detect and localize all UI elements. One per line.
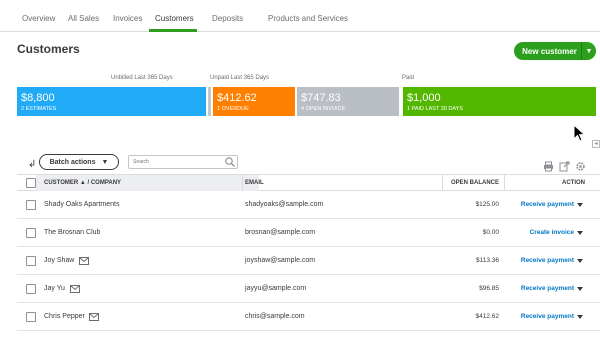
batch-actions-button[interactable]: Batch actions ▼: [39, 154, 119, 170]
new-customer-label: New customer: [522, 46, 577, 56]
chevron-down-icon[interactable]: [577, 203, 583, 207]
open-balance: $96.85: [479, 285, 499, 292]
envelope-icon: [79, 257, 89, 265]
customer-name[interactable]: Shady Oaks Apartments: [44, 201, 119, 208]
overdue-caption: 1 OVERDUE: [217, 106, 249, 112]
money-bar-paid[interactable]: $1,000 1 PAID LAST 30 DAYS: [403, 87, 596, 116]
customer-name[interactable]: Joy Shaw: [44, 257, 74, 264]
active-tab-indicator: [149, 29, 197, 32]
open-balance: $412.62: [475, 313, 500, 320]
row-checkbox[interactable]: [26, 284, 36, 294]
column-customer[interactable]: CUSTOMER ▲ / COMPANY: [44, 180, 121, 186]
export-icon[interactable]: [559, 161, 570, 172]
customer-name[interactable]: The Brosnan Club: [44, 229, 100, 236]
new-customer-button[interactable]: New customer ▼: [514, 42, 596, 60]
open-balance: $125.00: [475, 201, 500, 208]
money-bar-open-invoice[interactable]: $747.83 4 OPEN INVOICE: [297, 87, 399, 116]
tab-deposits[interactable]: Deposits: [212, 14, 243, 23]
customer-name[interactable]: Jay Yu: [44, 285, 65, 292]
money-bar-estimates[interactable]: $8,800 2 ESTIMATES: [17, 87, 206, 116]
chevron-down-icon[interactable]: [577, 259, 583, 263]
open-invoice-caption: 4 OPEN INVOICE: [301, 106, 346, 112]
tab-invoices[interactable]: Invoices: [113, 14, 142, 23]
row-action-link[interactable]: Receive payment: [521, 201, 574, 208]
table-row[interactable]: The Brosnan Club brosnan@sample.com $0.0…: [17, 219, 600, 247]
row-action-link[interactable]: Receive payment: [521, 313, 574, 320]
customer-email: chris@sample.com: [245, 313, 305, 320]
side-expand-icon[interactable]: ◂: [592, 140, 600, 148]
chevron-down-icon: ▼: [101, 158, 109, 166]
table-row[interactable]: Joy Shaw joyshaw@sample.com $113.36 Rece…: [17, 247, 600, 275]
tab-products-and-services[interactable]: Products and Services: [268, 14, 348, 23]
column-divider: [504, 175, 505, 191]
column-divider: [442, 175, 443, 191]
customer-name[interactable]: Chris Pepper: [44, 313, 85, 320]
mouse-cursor-icon: [573, 124, 586, 142]
customer-email: shadyoaks@sample.com: [245, 201, 324, 208]
open-balance: $113.36: [475, 257, 499, 264]
table-row[interactable]: Chris Pepper chris@sample.com $412.62 Re…: [17, 303, 600, 331]
tab-customers[interactable]: Customers: [155, 14, 194, 23]
search-input[interactable]: [128, 155, 238, 169]
row-checkbox[interactable]: [26, 200, 36, 210]
select-all-checkbox[interactable]: [26, 178, 36, 188]
unpaid-label: Unpaid Last 365 Days: [210, 75, 270, 81]
chevron-down-icon[interactable]: ▼: [581, 42, 596, 60]
tab-overview[interactable]: Overview: [22, 14, 55, 23]
table-row[interactable]: Jay Yu jayyu@sample.com $96.85 Receive p…: [17, 275, 600, 303]
column-email[interactable]: EMAIL: [245, 180, 264, 186]
open-invoice-amount: $747.83: [301, 92, 341, 104]
column-action: ACTION: [562, 180, 585, 186]
unbilled-label: Unbilled Last 365 Days: [111, 75, 173, 81]
estimates-caption: 2 ESTIMATES: [21, 106, 57, 112]
row-checkbox[interactable]: [26, 312, 36, 322]
tab-all-sales[interactable]: All Sales: [68, 14, 99, 23]
envelope-icon: [70, 285, 80, 293]
column-divider: [242, 175, 243, 191]
chevron-down-icon[interactable]: [577, 287, 583, 291]
gear-icon[interactable]: [575, 161, 586, 172]
search-icon[interactable]: [224, 156, 236, 168]
print-icon[interactable]: [543, 161, 554, 172]
money-bar-overdue[interactable]: $412.62 1 OVERDUE: [213, 87, 295, 116]
batch-actions-label: Batch actions: [49, 158, 96, 166]
row-action-link[interactable]: Receive payment: [521, 257, 574, 264]
sort-arrow-icon[interactable]: ↲: [28, 159, 36, 170]
envelope-icon: [89, 313, 99, 321]
open-balance: $0.00: [482, 229, 499, 236]
page-title: Customers: [17, 42, 80, 56]
paid-label: Paid: [402, 75, 415, 81]
row-checkbox[interactable]: [26, 256, 36, 266]
chevron-down-icon[interactable]: [577, 315, 583, 319]
customer-email: jayyu@sample.com: [245, 285, 307, 292]
column-open-balance[interactable]: OPEN BALANCE: [451, 180, 499, 186]
row-action-link[interactable]: Receive payment: [521, 285, 574, 292]
chevron-down-icon[interactable]: [577, 231, 583, 235]
overdue-amount: $412.62: [217, 92, 257, 104]
section-tabs: Overview All Sales Invoices Customers De…: [0, 0, 600, 32]
paid-amount: $1,000: [407, 92, 441, 104]
money-bar-divider: [208, 87, 211, 116]
row-checkbox[interactable]: [26, 228, 36, 238]
paid-caption: 1 PAID LAST 30 DAYS: [407, 106, 463, 112]
customer-email: brosnan@sample.com: [245, 229, 316, 236]
estimates-amount: $8,800: [21, 92, 55, 104]
table-header: CUSTOMER ▲ / COMPANY EMAIL OPEN BALANCE …: [17, 174, 600, 191]
row-action-link[interactable]: Create invoice: [530, 229, 574, 236]
table-row[interactable]: Shady Oaks Apartments shadyoaks@sample.c…: [17, 191, 600, 219]
customer-email: joyshaw@sample.com: [245, 257, 316, 264]
